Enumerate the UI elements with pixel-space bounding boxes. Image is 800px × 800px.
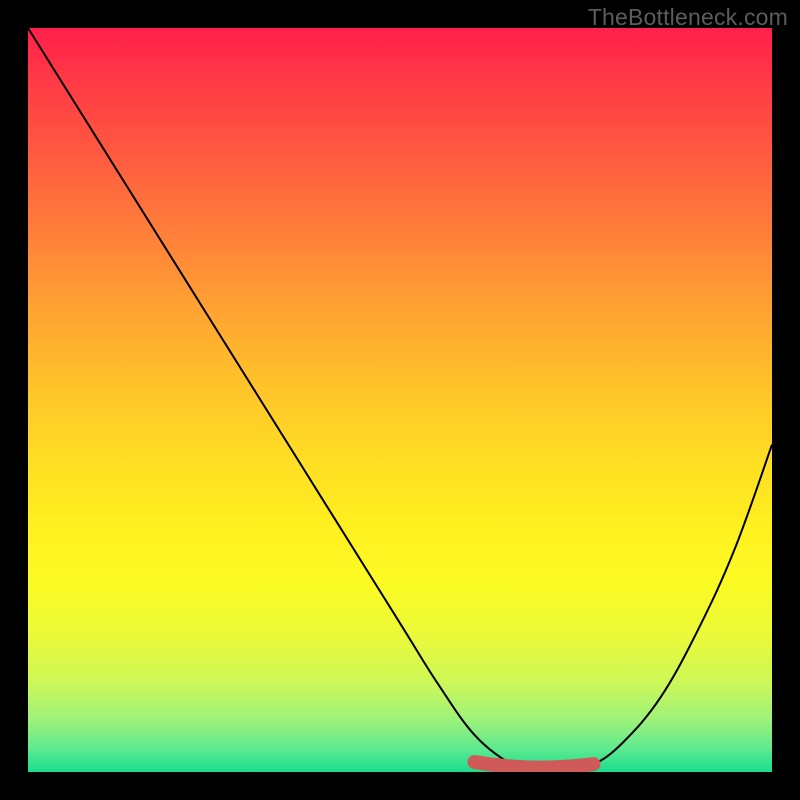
bottleneck-curve bbox=[28, 28, 772, 772]
emphasis-band bbox=[474, 762, 593, 768]
curve-layer bbox=[28, 28, 772, 772]
plot-area bbox=[28, 28, 772, 772]
watermark-text: TheBottleneck.com bbox=[588, 4, 788, 31]
chart-frame: TheBottleneck.com bbox=[0, 0, 800, 800]
